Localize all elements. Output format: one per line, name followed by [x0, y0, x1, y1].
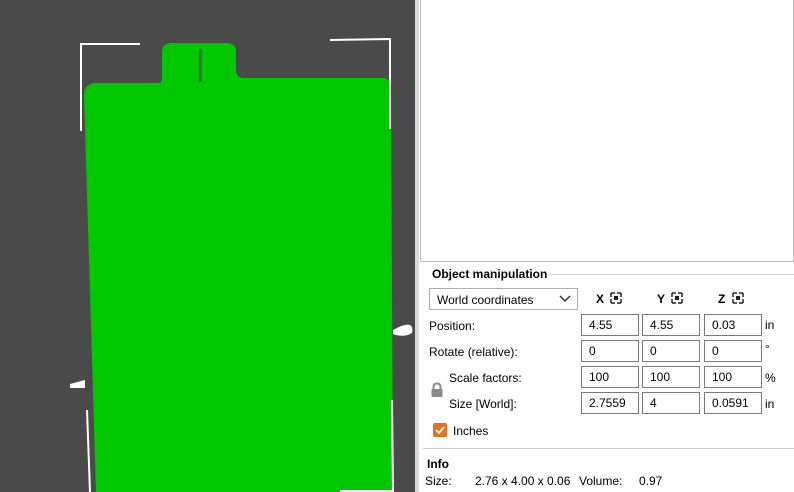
size-z-input[interactable]: 0.0591 [704, 392, 762, 414]
position-x-input[interactable]: 4.55 [581, 314, 639, 336]
chevron-down-icon [559, 295, 571, 303]
rotate-y-input[interactable]: 0 [642, 340, 700, 362]
info-volume-label: Volume: [579, 474, 623, 488]
edge-artifact [393, 324, 413, 336]
viewport-canvas[interactable] [0, 0, 415, 492]
rotate-unit: ° [765, 342, 770, 356]
rotate-z-input[interactable]: 0 [704, 340, 762, 362]
info-title: Info [427, 457, 449, 471]
scale-z-input[interactable]: 100 [704, 366, 762, 388]
size-label: Size [World]: [449, 397, 517, 411]
axis-x-label: X [596, 292, 605, 306]
rotate-label: Rotate (relative): [429, 345, 518, 359]
check-icon [435, 426, 445, 435]
drop-to-bed-y-icon[interactable] [671, 292, 683, 304]
info-size-label: Size: [425, 474, 452, 488]
size-y-input[interactable]: 4 [642, 392, 700, 414]
info-size-value: 2.76 x 4.00 x 0.06 [475, 474, 571, 488]
edge-artifact [70, 380, 85, 388]
coordinate-mode-value: World coordinates [437, 293, 534, 307]
size-unit: in [765, 397, 775, 411]
3d-viewport[interactable] [0, 0, 415, 492]
scale-y-input[interactable]: 100 [642, 366, 700, 388]
object-list[interactable] [420, 0, 794, 262]
info-volume-value: 0.97 [639, 474, 663, 488]
scale-x-input[interactable]: 100 [581, 366, 639, 388]
position-label: Position: [429, 319, 476, 333]
model-slot [199, 49, 202, 82]
axis-z-label: Z [718, 292, 726, 306]
rotate-x-input[interactable]: 0 [581, 340, 639, 362]
size-x-input[interactable]: 2.7559 [581, 392, 639, 414]
group-divider [539, 274, 794, 275]
drop-to-bed-x-icon[interactable] [610, 292, 622, 304]
selected-model[interactable] [84, 43, 393, 492]
coordinate-mode-select[interactable]: World coordinates [429, 288, 578, 310]
position-unit: in [765, 318, 775, 332]
sidebar-panel: Object manipulation World coordinates X … [419, 0, 794, 492]
drop-to-bed-z-icon[interactable] [732, 292, 744, 304]
scale-label: Scale factors: [449, 371, 522, 385]
scale-unit: % [765, 371, 776, 385]
axis-y-label: Y [657, 292, 666, 306]
inches-checkbox[interactable] [433, 423, 447, 437]
position-y-input[interactable]: 4.55 [642, 314, 700, 336]
position-z-input[interactable]: 0.03 [704, 314, 762, 336]
info-divider [423, 448, 794, 449]
object-manipulation-title: Object manipulation [430, 267, 550, 281]
inches-label: Inches [453, 424, 489, 438]
lock-icon[interactable] [430, 382, 444, 398]
